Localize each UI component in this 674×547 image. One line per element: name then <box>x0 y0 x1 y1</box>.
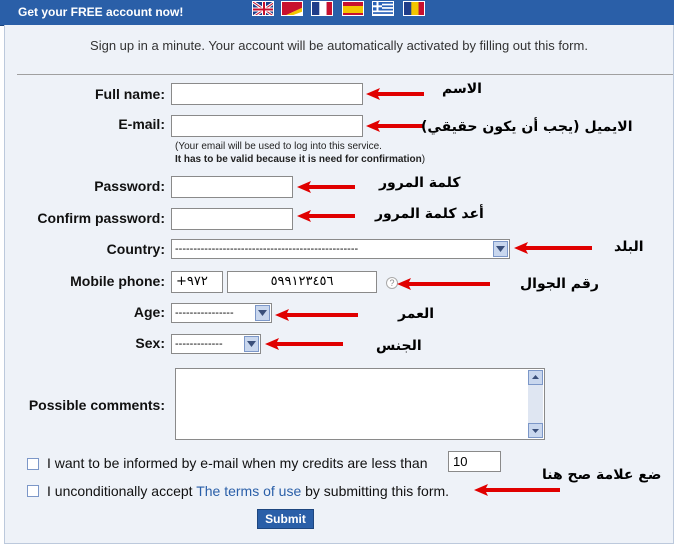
confirm-password-input[interactable] <box>171 208 293 230</box>
submit-button[interactable]: Submit <box>257 509 314 529</box>
password-label: Password: <box>94 178 165 194</box>
age-arabic-note: العمر <box>398 306 435 322</box>
mobile-phone-label: Mobile phone: <box>70 273 165 289</box>
age-select[interactable]: ---------------- <box>171 303 272 323</box>
country-select[interactable]: ----------------------------------------… <box>171 239 510 259</box>
arrow-icon <box>275 309 358 321</box>
email-input[interactable] <box>171 115 363 137</box>
terms-label: I unconditionally accept The terms of us… <box>47 483 449 499</box>
arrow-icon <box>297 210 355 222</box>
scroll-down-icon[interactable] <box>528 423 543 438</box>
mobile-arabic-note: رقم الجوال <box>520 276 599 292</box>
country-arabic-note: البلد <box>614 239 644 255</box>
arrow-icon <box>474 484 560 496</box>
flag-romania-icon[interactable] <box>403 1 425 16</box>
email-note-close: ) <box>421 154 426 165</box>
credits-notify-label: I want to be informed by e-mail when my … <box>47 455 428 471</box>
sex-select[interactable]: ------------- <box>171 334 261 354</box>
divider <box>17 74 673 75</box>
sex-selected-value: ------------- <box>175 338 223 350</box>
age-selected-value: ---------------- <box>175 307 234 319</box>
flag-france-icon[interactable] <box>311 1 333 16</box>
password-input[interactable] <box>171 176 293 198</box>
flag-greece-icon[interactable] <box>372 1 394 16</box>
terms-arabic-note: ضع علامة صح هنا <box>542 467 662 483</box>
header-title: Get your FREE account now! <box>18 5 184 19</box>
sex-arabic-note: الجنس <box>376 338 422 354</box>
arrow-icon <box>397 278 490 290</box>
scrollbar[interactable] <box>528 370 543 438</box>
country-selected-value: ----------------------------------------… <box>175 243 359 255</box>
arrow-icon <box>265 338 343 350</box>
password-arabic-note: كلمة المرور <box>379 175 461 191</box>
header-bar: Get your FREE account now! <box>0 0 674 26</box>
email-note-line-1: (Your email will be used to log into thi… <box>175 141 382 152</box>
page-subtitle: Sign up in a minute. Your account will b… <box>90 38 588 53</box>
comments-label: Possible comments: <box>28 397 165 413</box>
sex-label: Sex: <box>135 335 165 351</box>
signup-panel: Sign up in a minute. Your account will b… <box>4 25 674 544</box>
mobile-prefix-input[interactable]: +٩٧٢ <box>171 271 223 293</box>
email-arabic-note: الايميل (يجب أن يكون حقيقي) <box>421 119 633 135</box>
comments-textarea[interactable] <box>175 368 545 440</box>
arrow-icon <box>514 242 592 254</box>
terms-prefix: I unconditionally accept <box>47 483 197 499</box>
chevron-down-icon[interactable] <box>255 305 270 321</box>
full-name-label: Full name: <box>94 86 165 102</box>
chevron-down-icon[interactable] <box>493 241 508 257</box>
full-name-input[interactable] <box>171 83 363 105</box>
arrow-icon <box>366 120 424 132</box>
flag-uk-icon[interactable] <box>252 1 274 16</box>
country-label: Country: <box>106 241 165 257</box>
arrow-icon <box>297 181 355 193</box>
credits-notify-checkbox[interactable] <box>27 458 39 470</box>
full-name-arabic-note: الاسم <box>442 81 482 97</box>
terms-checkbox[interactable] <box>27 485 39 497</box>
confirm-password-label: Confirm password: <box>37 210 165 226</box>
mobile-number-input[interactable]: ٥٩٩١٢٣٤٥٦ <box>227 271 377 293</box>
arrow-icon <box>366 88 424 100</box>
chevron-down-icon[interactable] <box>244 336 259 352</box>
email-note-line-2: It has to be valid because it is need fo… <box>175 154 425 165</box>
age-label: Age: <box>133 304 165 320</box>
scroll-up-icon[interactable] <box>528 370 543 385</box>
email-note-bold: It has to be valid because it is need fo… <box>175 154 422 165</box>
email-label: E-mail: <box>118 116 165 132</box>
confirm-password-arabic-note: أعد كلمة المرور <box>375 206 484 222</box>
terms-suffix: by submitting this form. <box>301 483 450 499</box>
terms-of-use-link[interactable]: The terms of use <box>196 483 301 499</box>
credits-threshold-input[interactable]: 10 <box>448 451 501 472</box>
flag-germany-icon[interactable] <box>281 1 303 16</box>
flag-spain-icon[interactable] <box>342 1 364 16</box>
